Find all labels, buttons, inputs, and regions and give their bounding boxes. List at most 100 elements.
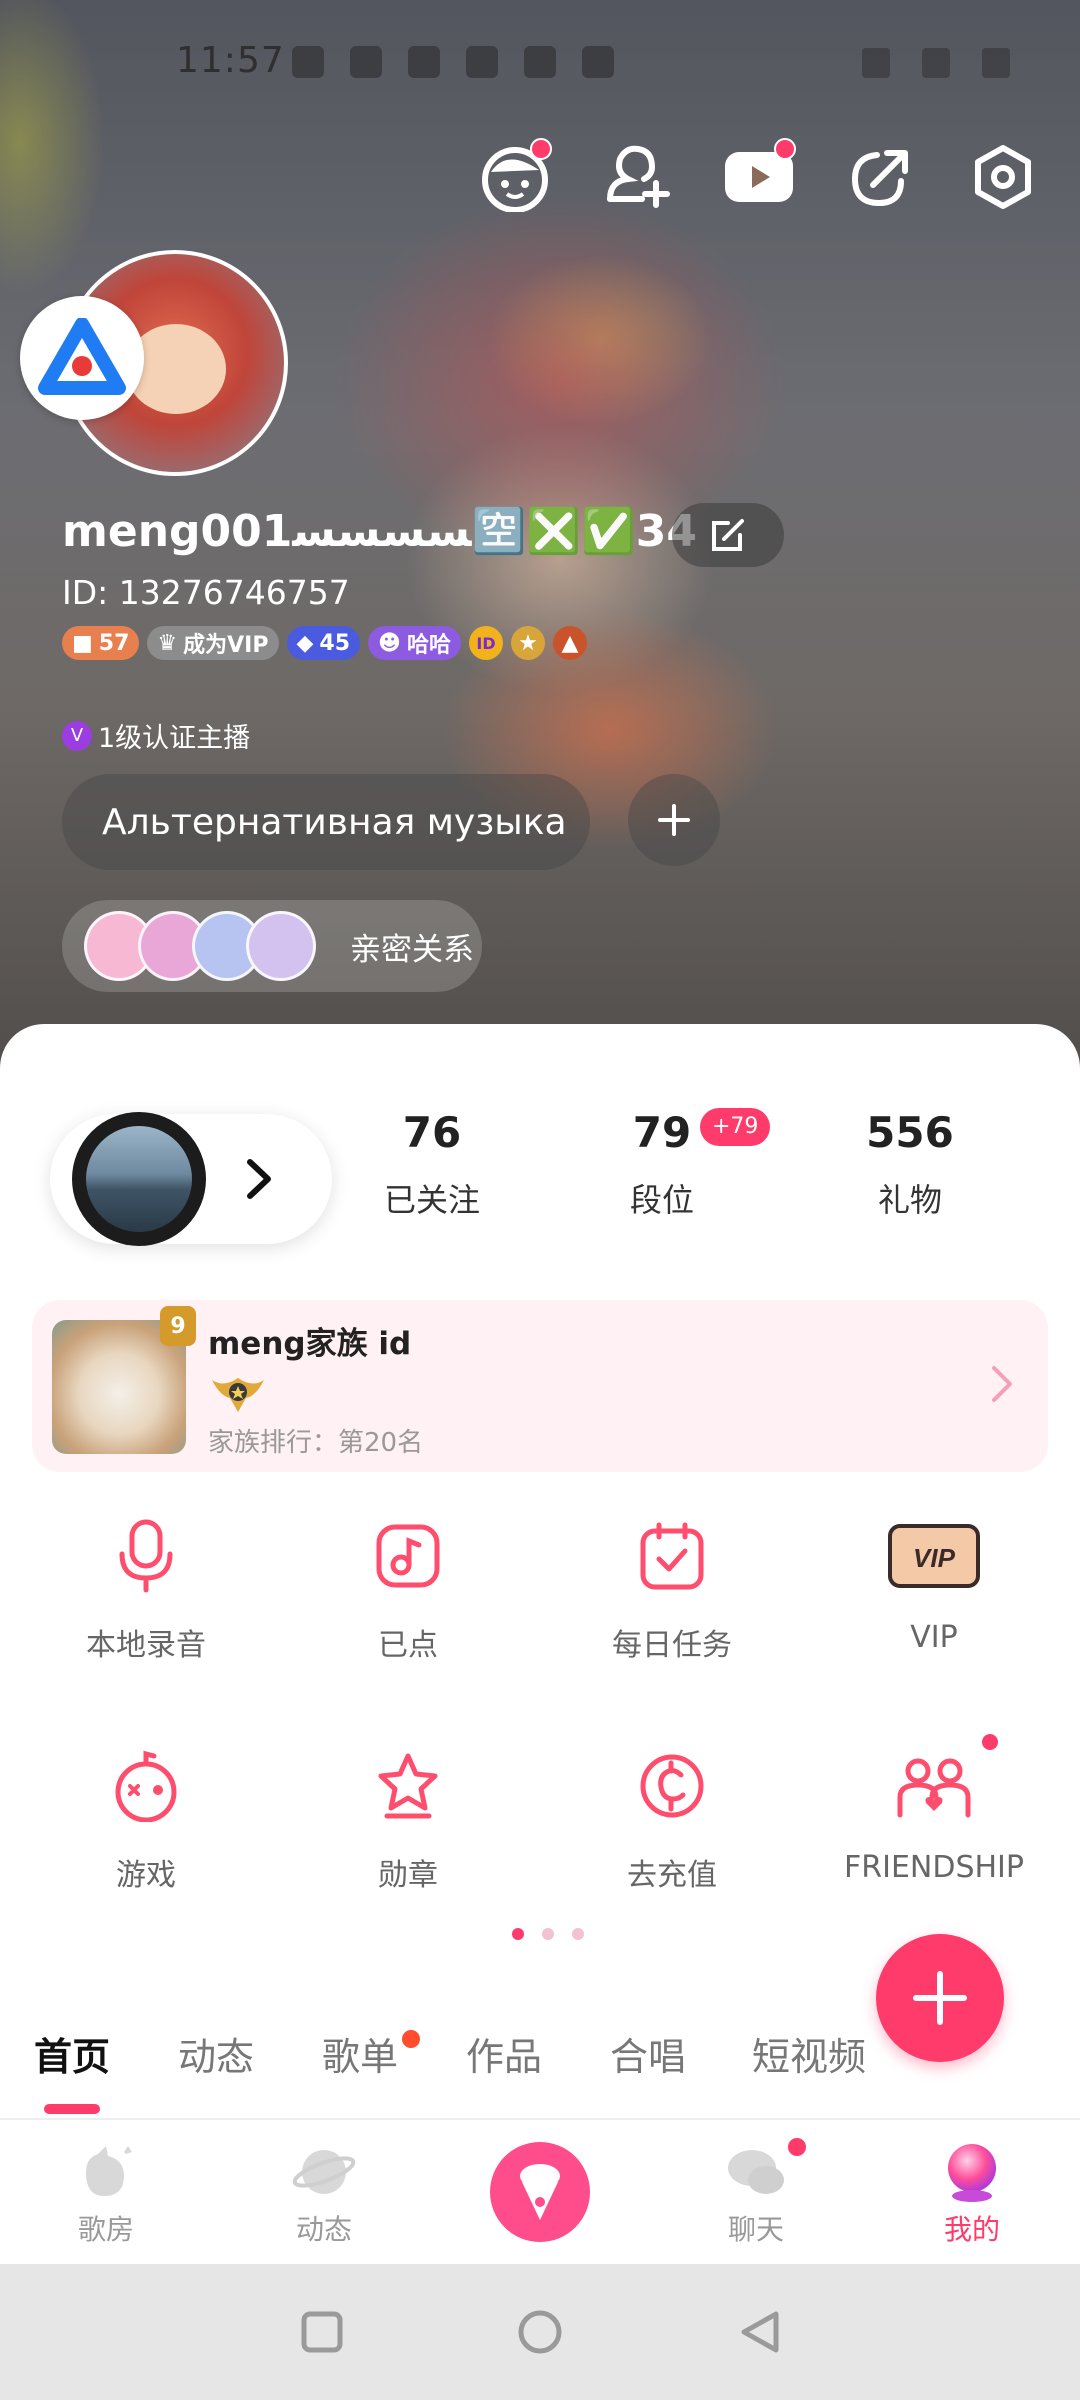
stats-row: 76 已关注 79 段位 +79 556 礼物 (332, 1108, 1052, 1238)
add-friend-button[interactable] (598, 138, 676, 216)
stat-following[interactable]: 76 已关注 (332, 1108, 532, 1221)
id-badge[interactable]: ID (469, 626, 503, 660)
rank-badge[interactable]: ◆ 45 (286, 626, 361, 660)
tab-moments[interactable]: 动态 (178, 2026, 254, 2081)
profile-orb-icon (948, 2144, 996, 2202)
medal-badge-icon[interactable]: ★ (511, 626, 545, 660)
page-dot (542, 1928, 554, 1940)
battery-icon (982, 48, 1010, 78)
app-logo-icon (38, 318, 126, 395)
app-logo-badge (20, 296, 144, 420)
requested-songs-button[interactable]: 已点 (298, 1514, 518, 1664)
tab-works[interactable]: 作品 (466, 2026, 542, 2081)
nav-chat[interactable]: 聊天 (676, 2136, 836, 2248)
recent-apps-button[interactable] (296, 2306, 348, 2358)
notification-icon (582, 46, 614, 78)
notification-dot (402, 2030, 420, 2048)
warning-icon (466, 46, 498, 78)
add-tag-button[interactable] (628, 774, 720, 866)
level-icon: ■ (72, 630, 93, 656)
family-emblem-icon (212, 1378, 264, 1412)
group-icon: ☻ (378, 630, 401, 656)
alarm-icon (524, 46, 556, 78)
nav-moments[interactable]: 动态 (244, 2140, 404, 2248)
music-tag[interactable]: Альтернативная музыка (62, 774, 590, 870)
become-vip-badge[interactable]: ♛ 成为VIP (147, 626, 279, 660)
plus-icon (913, 1971, 967, 2025)
tab-short-videos[interactable]: 短视频 (752, 2026, 866, 2081)
vip-button[interactable]: VIP VIP (824, 1514, 1044, 1655)
nav-song-room[interactable]: 歌房 (26, 2140, 186, 2248)
stat-gifts[interactable]: 556 礼物 (810, 1108, 1010, 1221)
intimate-relations[interactable]: 亲密关系 (62, 900, 482, 992)
vip-card-icon: VIP (888, 1524, 980, 1588)
tab-active-indicator (44, 2104, 100, 2114)
nav-me[interactable]: 我的 (892, 2140, 1052, 2248)
page-indicator (512, 1928, 584, 1940)
back-button[interactable] (734, 2306, 786, 2358)
svg-text:VIP: VIP (913, 1543, 956, 1573)
intimate-avatars (84, 911, 316, 981)
heart-avatar-icon (246, 911, 316, 981)
kid-mode-button[interactable] (476, 138, 554, 216)
mic-cone-icon (520, 2164, 560, 2220)
notification-icon (408, 46, 440, 78)
edit-profile-button[interactable] (672, 503, 784, 567)
friends-icon (897, 1758, 971, 1818)
circle-icon (518, 2310, 562, 2354)
video-button[interactable] (720, 138, 798, 216)
music-note-icon (376, 1524, 440, 1588)
tab-home[interactable]: 首页 (34, 2026, 110, 2081)
intimate-label: 亲密关系 (350, 931, 474, 968)
share-button[interactable] (842, 138, 920, 216)
tag-badge[interactable]: ☻ 哈哈 (368, 626, 461, 660)
daily-tasks-button[interactable]: 每日任务 (562, 1514, 782, 1664)
notification-icon (292, 46, 324, 78)
music-player-widget[interactable] (50, 1112, 332, 1246)
page-dot-active (512, 1928, 524, 1940)
anchor-certification: V 1级认证主播 (62, 716, 250, 755)
verified-icon: V (62, 720, 92, 751)
crown-icon: ♛ (157, 630, 178, 656)
tab-playlists[interactable]: 歌单 (322, 2026, 398, 2081)
notification-icon (350, 46, 382, 78)
nav-sing-button[interactable] (490, 2142, 590, 2242)
system-navigation-bar (0, 2264, 1080, 2400)
friendship-button[interactable]: FRIENDSHIP (824, 1734, 1044, 1885)
notification-icons (292, 46, 614, 78)
edit-icon (712, 519, 744, 551)
recharge-button[interactable]: 去充值 (562, 1744, 782, 1894)
trophy-badge-icon[interactable]: ▲ (553, 626, 587, 660)
rank-increase-badge: +79 (700, 1108, 771, 1146)
chevron-right-icon (247, 1159, 271, 1199)
wifi-icon (922, 48, 950, 78)
status-bar: 11:57 (0, 40, 1080, 100)
home-button[interactable] (514, 2306, 566, 2358)
stat-rank[interactable]: 79 段位 +79 (562, 1108, 771, 1221)
vibrate-icon (862, 48, 890, 78)
create-button[interactable] (876, 1934, 1004, 2062)
page-dot (572, 1928, 584, 1940)
settings-button[interactable] (964, 138, 1042, 216)
medals-button[interactable]: 勋章 (298, 1744, 518, 1894)
games-button[interactable]: 游戏 (36, 1744, 256, 1894)
family-card[interactable]: 9 meng家族 id 家族排行：第20名 (32, 1300, 1048, 1472)
microphone-icon (119, 1519, 173, 1593)
notification-dot (982, 1734, 998, 1750)
chevron-right-icon (992, 1366, 1012, 1402)
system-status-icons (862, 48, 1010, 78)
family-level-badge: 9 (160, 1306, 196, 1346)
tab-duets[interactable]: 合唱 (610, 2026, 686, 2081)
user-id: ID: 13276746757 (62, 573, 350, 612)
chat-icon (728, 2150, 784, 2194)
family-name: meng家族 id (208, 1326, 412, 1362)
username: meng001ﺴﺴﺴﺴ🈳❎✅34 (62, 506, 698, 557)
badge-row: ■ 57 ♛ 成为VIP ◆ 45 ☻ 哈哈 ID ★ ▲ (62, 626, 587, 660)
local-recording-button[interactable]: 本地录音 (36, 1514, 256, 1664)
settings-hexagon-icon (975, 145, 1031, 209)
add-user-icon (607, 145, 670, 208)
notification-dot (774, 138, 796, 160)
level-badge[interactable]: ■ 57 (62, 626, 140, 660)
coin-icon (640, 1754, 704, 1818)
notification-dot (530, 138, 552, 160)
